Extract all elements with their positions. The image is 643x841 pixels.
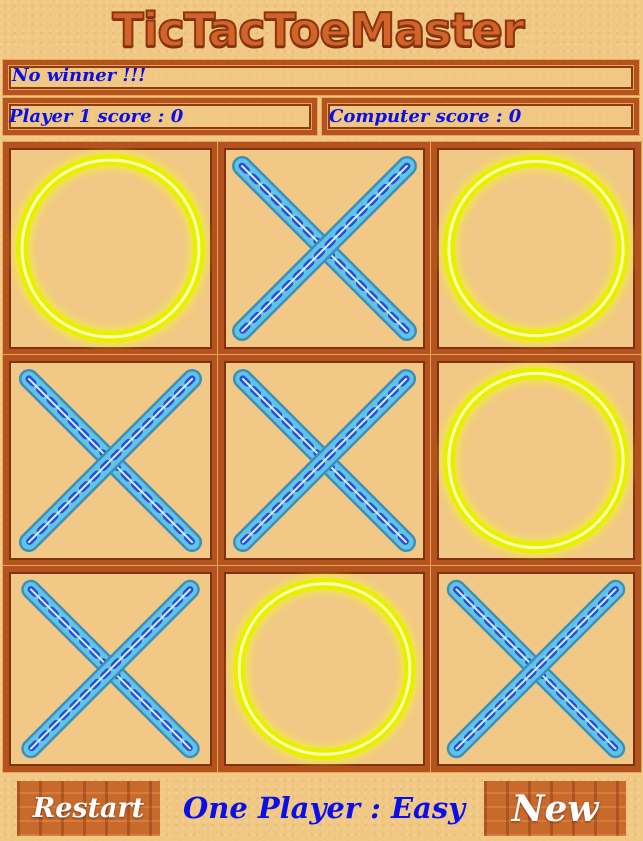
player-score: Player 1 score : 0 (9, 106, 184, 127)
restart-button[interactable]: Restart (17, 781, 160, 836)
o-mark-icon (13, 151, 208, 346)
board-cell-3-2[interactable] (218, 566, 431, 772)
x-mark-icon (446, 579, 626, 759)
board-cell-1-1[interactable] (3, 142, 218, 355)
board-cell-3-1[interactable] (3, 566, 218, 772)
status-message: No winner !!! (12, 65, 147, 86)
game-mode-label: One Player : Easy (182, 791, 466, 825)
board-cell-2-3[interactable] (431, 355, 641, 566)
board-cell-3-3[interactable] (431, 566, 641, 772)
o-mark-icon (230, 574, 419, 764)
x-mark-icon (18, 368, 203, 553)
o-mark-icon (439, 152, 633, 345)
x-mark-icon (232, 368, 417, 553)
board-cell-1-3[interactable] (431, 142, 641, 355)
new-game-button[interactable]: New (484, 781, 626, 836)
computer-score: Computer score : 0 (329, 106, 522, 127)
board-cell-2-1[interactable] (3, 355, 218, 566)
o-mark-icon (439, 364, 633, 557)
game-board (3, 142, 641, 772)
x-mark-icon (21, 579, 200, 759)
board-cell-2-2[interactable] (218, 355, 431, 566)
x-mark-icon (232, 156, 417, 341)
app-title: TicTacToeMaster (111, 2, 525, 58)
board-cell-1-2[interactable] (218, 142, 431, 355)
